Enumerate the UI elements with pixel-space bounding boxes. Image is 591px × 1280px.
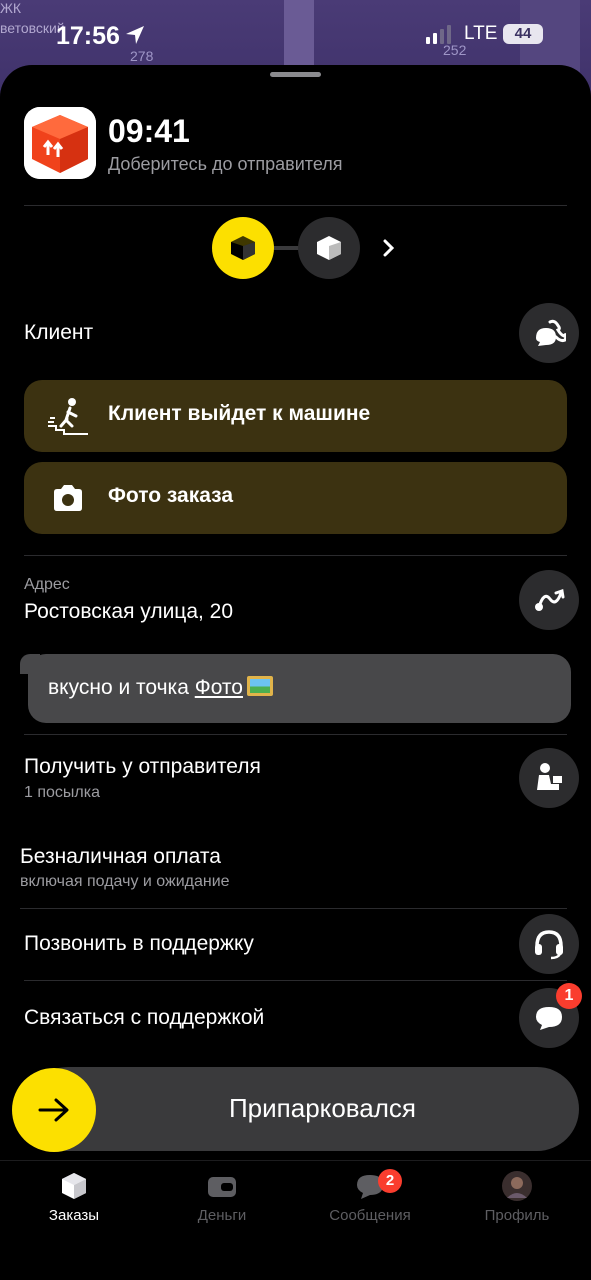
bubble-tail <box>20 654 40 674</box>
route-button[interactable] <box>519 570 579 630</box>
payment-support-sheet: Безналичная оплата включая подачу и ожид… <box>0 829 591 1069</box>
call-support-button[interactable] <box>519 914 579 974</box>
person-parcel-icon <box>537 763 562 790</box>
eta-time: 09:41 <box>108 113 190 149</box>
tab-bar: Заказы Деньги 2 Сообщения Профиль <box>0 1160 591 1280</box>
battery-icon: 44 <box>503 24 543 44</box>
camera-icon <box>46 476 90 520</box>
box-icon <box>62 1173 86 1199</box>
avatar-icon <box>502 1171 532 1201</box>
box-icon <box>231 236 255 260</box>
wallet-icon <box>208 1177 236 1197</box>
status-time: 17:56 <box>56 22 120 50</box>
divider <box>24 205 567 206</box>
tab-label: Заказы <box>48 1207 100 1224</box>
tab-money[interactable]: Деньги <box>148 1161 296 1241</box>
notification-badge: 1 <box>556 983 582 1009</box>
order-header-sheet[interactable]: 09:41 Доберитесь до отправителя <box>0 65 591 291</box>
photo-link[interactable]: Фото <box>195 676 273 699</box>
parked-button[interactable]: Припарковался <box>26 1067 579 1151</box>
tab-messages[interactable]: 2 Сообщения <box>296 1161 444 1241</box>
network-type: LTE <box>464 23 498 44</box>
headset-icon <box>535 930 563 960</box>
pickup-title: Получить у отправителя <box>24 755 261 778</box>
picture-icon <box>246 676 273 696</box>
tab-label: Профиль <box>484 1207 550 1224</box>
step-dropoff[interactable] <box>298 217 360 279</box>
order-details: Клиент Клиент выйдет к машине Фото заказ… <box>0 291 591 823</box>
address-label: Адрес <box>24 576 70 593</box>
phone-chat-icon <box>536 319 566 346</box>
divider <box>20 908 567 909</box>
walking-person-icon <box>46 394 90 438</box>
location-arrow-icon <box>126 26 144 44</box>
client-title: Клиент <box>24 321 94 344</box>
comment-text: вкусно и точка Фото <box>48 676 273 700</box>
status-bar: 17:56 LTE 44 <box>0 14 591 58</box>
client-option-walk[interactable]: Клиент выйдет к машине <box>24 380 567 452</box>
client-option-photo[interactable]: Фото заказа <box>24 462 567 534</box>
tab-profile[interactable]: Профиль <box>443 1161 591 1241</box>
eta-subtitle: Доберитесь до отправителя <box>108 154 343 174</box>
route-icon <box>535 589 565 611</box>
box-icon <box>317 236 341 260</box>
photo-link-label: Фото <box>194 676 243 699</box>
call-client-button[interactable] <box>519 303 579 363</box>
step-pickup[interactable] <box>212 217 274 279</box>
address-value[interactable]: Ростовская улица, 20 <box>24 600 233 624</box>
tab-label: Деньги <box>197 1207 247 1224</box>
pickup-button[interactable] <box>519 748 579 808</box>
confirm-arrow-button[interactable] <box>12 1068 96 1152</box>
arrow-right-icon <box>38 1098 69 1122</box>
notification-badge: 2 <box>378 1169 402 1193</box>
sheet-grabber[interactable] <box>270 72 321 77</box>
signal-icon <box>426 24 451 44</box>
route-stepper[interactable] <box>212 217 402 279</box>
client-option-label: Клиент выйдет к машине <box>108 402 371 425</box>
chat-icon <box>536 1007 562 1030</box>
payment-subtitle: включая подачу и ожидание <box>20 873 230 890</box>
divider <box>24 734 567 735</box>
delivery-app-icon <box>24 107 96 179</box>
stepper-connector <box>272 246 300 250</box>
pickup-subtitle: 1 посылка <box>24 784 100 801</box>
parked-button-label: Припарковался <box>228 1093 417 1123</box>
payment-title: Безналичная оплата <box>20 845 221 868</box>
tab-orders[interactable]: Заказы <box>0 1161 148 1241</box>
chevron-right-icon[interactable] <box>378 235 400 261</box>
divider <box>24 555 567 556</box>
tab-label: Сообщения <box>329 1207 411 1224</box>
client-option-label: Фото заказа <box>108 484 234 507</box>
divider <box>24 980 567 981</box>
chat-support-label[interactable]: Связаться с поддержкой <box>24 1006 264 1030</box>
comment-body: вкусно и точка <box>48 676 195 699</box>
call-support-label[interactable]: Позвонить в поддержку <box>24 932 254 956</box>
client-comment: вкусно и точка Фото <box>20 654 571 723</box>
